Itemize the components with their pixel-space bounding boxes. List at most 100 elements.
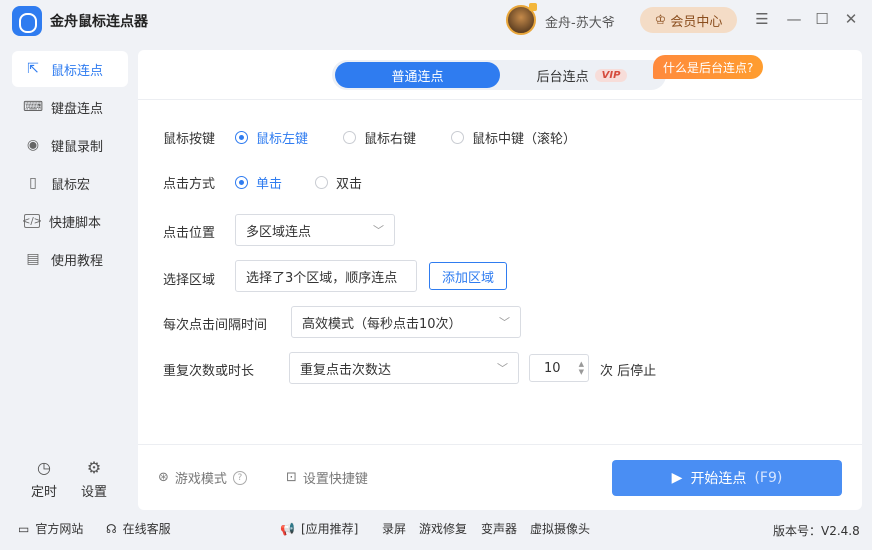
- sliders-icon: ⚙: [86, 458, 102, 477]
- divider: [138, 99, 862, 100]
- timer-icon: ◷: [37, 458, 51, 477]
- play-icon: ▶: [671, 470, 683, 486]
- app-title: 金舟鼠标连点器: [50, 14, 148, 30]
- timer-button[interactable]: ◷ 定时: [24, 458, 64, 500]
- settings-label: 设置: [80, 485, 107, 500]
- link-virtual-camera[interactable]: 虚拟摄像头: [530, 520, 590, 537]
- support-label: 在线客服: [122, 522, 171, 536]
- select-value: 高效模式（每秒点击10次）: [302, 316, 462, 332]
- sidebar-item-mouse-click[interactable]: ⇱ 鼠标连点: [12, 51, 128, 87]
- official-website-link[interactable]: ▭ 官方网站: [18, 520, 83, 537]
- code-icon: </>: [21, 214, 43, 228]
- selected-area-display: 选择了3个区域，顺序连点: [235, 260, 417, 292]
- chevron-down-icon: ﹀: [373, 224, 384, 237]
- radio-label: 鼠标左键: [256, 132, 309, 147]
- close-icon[interactable]: ✕: [841, 9, 861, 29]
- radio-label: 鼠标右键: [364, 132, 417, 147]
- app-logo: [12, 6, 42, 36]
- sidebar-item-label: 快捷脚本: [49, 215, 102, 231]
- monitor-icon: ▭: [18, 521, 30, 536]
- repeat-label: 重复次数或时长: [163, 364, 255, 379]
- shortcut-icon: ⊡: [286, 470, 297, 485]
- add-area-button[interactable]: 添加区域: [429, 262, 507, 290]
- sidebar-item-label: 键鼠录制: [51, 139, 104, 155]
- radio-dot: [235, 131, 248, 144]
- link-screen-record[interactable]: 录屏: [382, 520, 406, 537]
- interval-label: 每次点击间隔时间: [163, 318, 268, 333]
- sidebar-item-script[interactable]: </> 快捷脚本: [12, 203, 128, 239]
- select-value: 多区域连点: [246, 224, 312, 240]
- link-voice-changer[interactable]: 变声器: [481, 520, 517, 537]
- sidebar-item-label: 使用教程: [51, 253, 104, 269]
- repeat-count-stepper[interactable]: 10 ▲ ▼: [529, 354, 589, 382]
- background-click-help-tip[interactable]: 什么是后台连点?: [653, 55, 764, 79]
- mouse-button-label: 鼠标按键: [163, 132, 216, 147]
- menu-icon[interactable]: ☰: [752, 9, 772, 29]
- recommend-label: [应用推荐]: [300, 522, 359, 536]
- select-area-label: 选择区域: [163, 273, 216, 288]
- crown-icon: [529, 3, 537, 11]
- member-center-button[interactable]: ♔ 会员中心: [640, 7, 737, 33]
- settings-button[interactable]: ⚙ 设置: [74, 458, 114, 500]
- help-icon[interactable]: ?: [232, 470, 247, 485]
- select-value: 重复点击次数达: [300, 362, 392, 378]
- tab-normal-click[interactable]: 普通连点: [335, 62, 500, 88]
- sidebar-item-label: 键盘连点: [51, 101, 104, 117]
- sidebar-item-label: 鼠标宏: [51, 177, 91, 193]
- click-position-select[interactable]: 多区域连点 ﹀: [235, 214, 395, 246]
- radio-label: 鼠标中键（滚轮）: [472, 132, 577, 147]
- radio-dot: [235, 176, 248, 189]
- maximize-icon[interactable]: ☐: [812, 9, 832, 29]
- radio-right-button[interactable]: 鼠标右键: [343, 128, 416, 147]
- tab-background-click[interactable]: 后台连点 VIP: [500, 62, 664, 88]
- tab-background-label: 后台连点: [536, 69, 589, 85]
- radio-double-click[interactable]: 双击: [315, 173, 362, 192]
- radio-dot: [451, 131, 464, 144]
- radio-label: 双击: [336, 177, 363, 192]
- online-support-link[interactable]: ☊ 在线客服: [106, 520, 171, 537]
- repeat-count-value: 10: [544, 360, 561, 376]
- sidebar-item-record[interactable]: ◉ 键鼠录制: [12, 127, 128, 163]
- sidebar-item-tutorial[interactable]: ▤ 使用教程: [12, 241, 128, 277]
- start-label: 开始连点: [690, 471, 747, 487]
- username[interactable]: 金舟-苏大爷: [545, 12, 615, 31]
- timer-label: 定时: [30, 485, 57, 500]
- interval-select[interactable]: 高效模式（每秒点击10次） ﹀: [291, 306, 521, 338]
- game-mode-label: 游戏模式: [174, 472, 227, 487]
- member-center-label: 会员中心: [670, 14, 723, 30]
- website-label: 官方网站: [35, 522, 84, 536]
- radio-middle-button[interactable]: 鼠标中键（滚轮）: [451, 128, 576, 147]
- keyboard-icon: ⌨: [22, 99, 44, 115]
- set-shortcut-option[interactable]: ⊡ 设置快捷键: [286, 468, 368, 487]
- crown-icon: ♔: [654, 12, 667, 28]
- radio-single-click[interactable]: 单击: [235, 173, 282, 192]
- click-mode-label: 点击方式: [163, 177, 216, 192]
- radio-left-button[interactable]: 鼠标左键: [235, 128, 308, 147]
- version-label: 版本号：V2.4.8: [773, 524, 860, 538]
- start-hotkey: (F9): [754, 470, 783, 486]
- sidebar-item-mouse-macro[interactable]: ▯ 鼠标宏: [12, 165, 128, 201]
- app-recommend: 📢 [应用推荐]: [280, 520, 358, 537]
- radio-dot: [343, 131, 356, 144]
- mouse-click-icon: ⇱: [27, 61, 39, 77]
- document-icon: ▤: [26, 251, 40, 267]
- chevron-down-icon: ﹀: [497, 362, 508, 375]
- sidebar-item-label: 鼠标连点: [51, 63, 104, 79]
- game-mode-option[interactable]: ⊛ 游戏模式 ?: [158, 468, 247, 487]
- sidebar-item-keyboard-click[interactable]: ⌨ 键盘连点: [12, 89, 128, 125]
- minimize-icon[interactable]: —: [784, 9, 804, 29]
- webcam-icon: ◉: [26, 137, 40, 153]
- mouse-icon: ▯: [29, 175, 37, 191]
- link-game-repair[interactable]: 游戏修复: [419, 520, 467, 537]
- chevron-down-icon: ﹀: [499, 316, 510, 329]
- vip-badge: VIP: [594, 68, 628, 82]
- radio-dot: [315, 176, 328, 189]
- megaphone-icon: 📢: [280, 521, 295, 536]
- repeat-mode-select[interactable]: 重复点击次数达 ﹀: [289, 352, 519, 384]
- selected-area-text: 选择了3个区域，顺序连点: [246, 270, 398, 286]
- headset-icon: ☊: [106, 521, 117, 536]
- stepper-arrows-icon[interactable]: ▲ ▼: [579, 360, 584, 376]
- gamepad-icon: ⊛: [158, 470, 169, 485]
- start-click-button[interactable]: ▶ 开始连点 (F9): [612, 460, 842, 496]
- repeat-suffix: 次 后停止: [600, 364, 657, 379]
